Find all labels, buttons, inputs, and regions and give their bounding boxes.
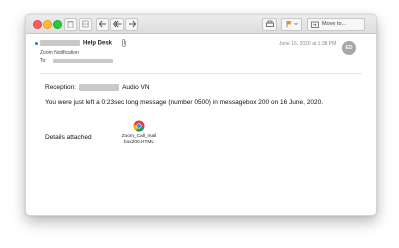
zoom-window-button[interactable] <box>53 20 62 29</box>
junk-button[interactable] <box>79 18 92 31</box>
forward-button[interactable] <box>125 18 138 31</box>
toolbar: Move to... <box>26 15 376 34</box>
print-icon <box>265 20 274 27</box>
trash-icon <box>67 21 74 28</box>
delete-button[interactable] <box>64 18 77 31</box>
sender[interactable]: Help Desk <box>40 40 112 47</box>
junk-icon <box>82 20 89 28</box>
minimize-window-button[interactable] <box>43 20 52 29</box>
chrome-html-file-icon[interactable] <box>133 120 145 132</box>
reply-all-icon <box>112 20 121 28</box>
redacted-sender-name <box>40 40 80 46</box>
reception-suffix: Audio VN <box>122 84 150 92</box>
redacted-reception <box>79 84 120 91</box>
message-date: June 16, 2020 at 1:38 PM <box>279 41 337 47</box>
paperclip-icon <box>122 39 126 47</box>
recipient-line: To: <box>40 58 113 64</box>
unread-indicator <box>35 42 38 45</box>
avatar: ED <box>342 41 356 55</box>
details-label: Details attached <box>45 134 92 141</box>
move-to-label: Move to... <box>322 21 347 27</box>
reception-line: Reception: Audio VN <box>45 84 150 91</box>
close-window-button[interactable] <box>33 20 42 29</box>
reply-icon <box>98 20 106 28</box>
attachment-filename[interactable]: Zoom_Call_mail box200.HTML <box>114 134 164 146</box>
reply-button[interactable] <box>96 18 109 31</box>
reply-all-button[interactable] <box>110 18 124 31</box>
flag-icon <box>286 21 298 28</box>
forward-icon <box>128 20 136 28</box>
print-button[interactable] <box>262 18 277 31</box>
sender-name: Help Desk <box>83 40 113 47</box>
header-divider <box>40 73 362 74</box>
reception-prefix: Reception: <box>45 84 77 92</box>
to-label: To: <box>40 58 47 64</box>
subject-line: Zoom Notification <box>40 50 79 56</box>
mail-window: Move to... Help Desk Zoom Notification T… <box>25 14 377 216</box>
attachment-filename-line2: box200.HTML <box>123 140 155 145</box>
flag-button[interactable] <box>281 18 302 31</box>
move-to-folder-icon <box>311 21 319 28</box>
redacted-recipient <box>52 58 113 63</box>
move-to-button[interactable]: Move to... <box>307 18 365 31</box>
message-text: You were just left a 0:23sec long messag… <box>45 99 323 106</box>
